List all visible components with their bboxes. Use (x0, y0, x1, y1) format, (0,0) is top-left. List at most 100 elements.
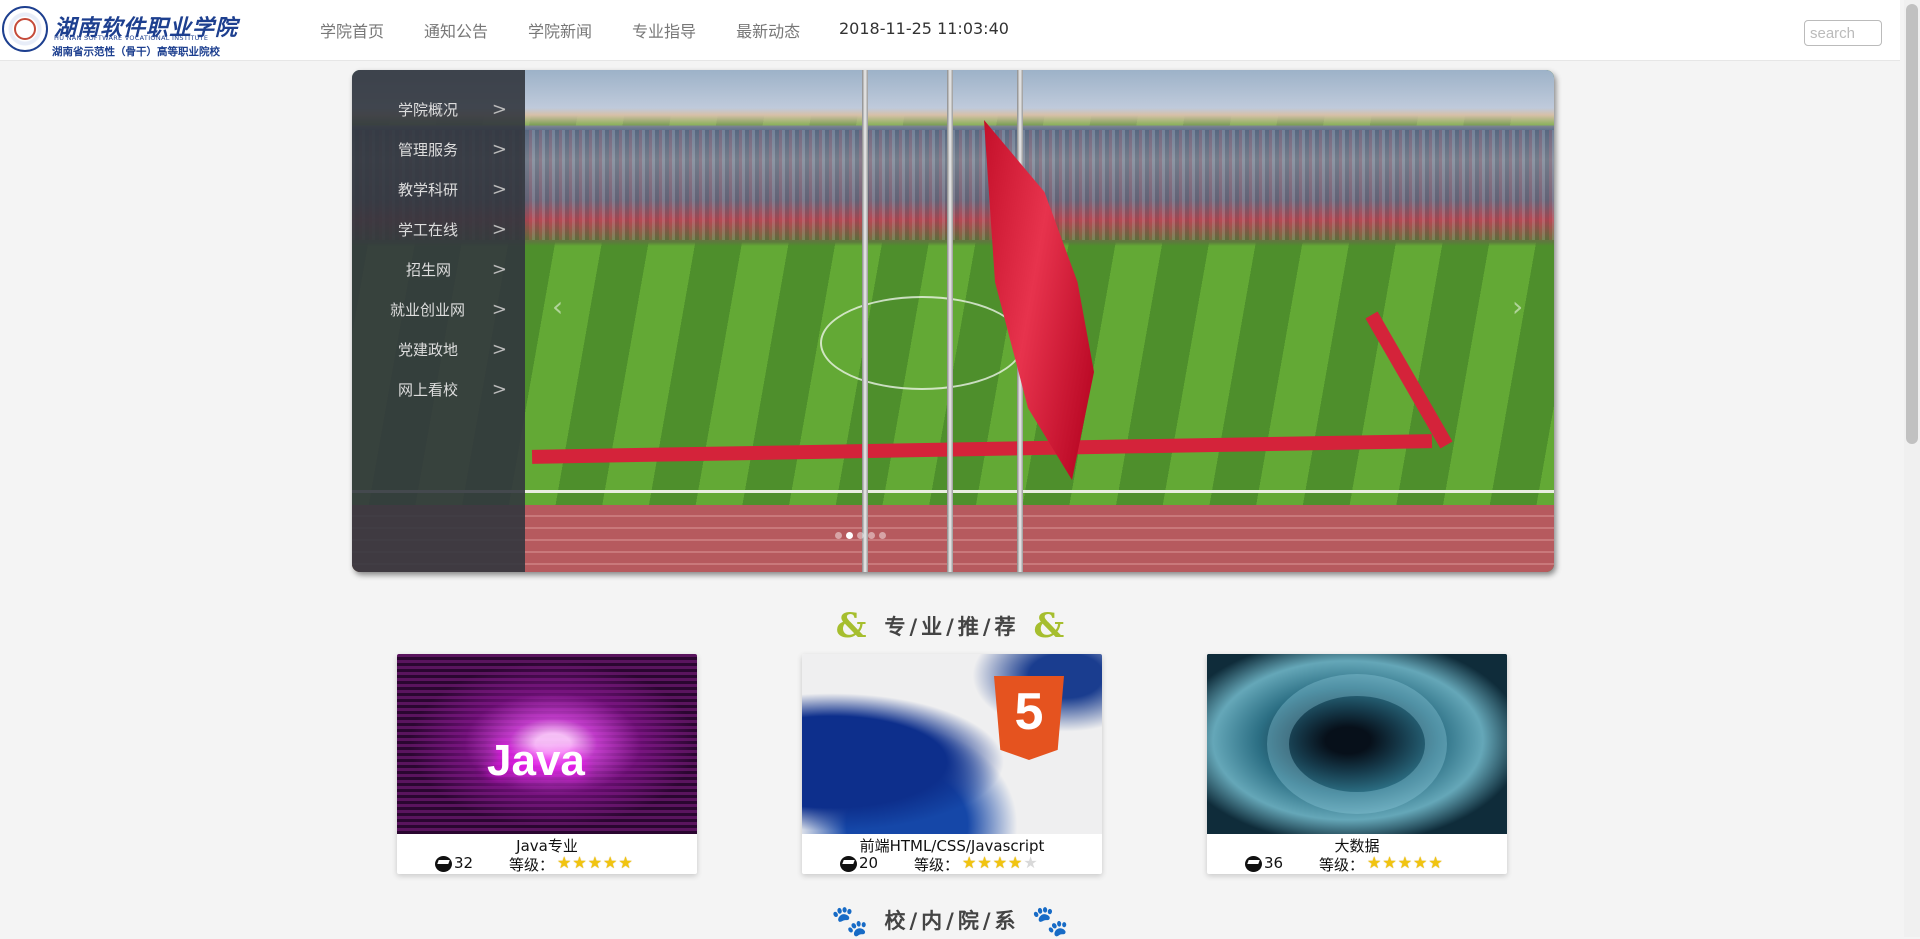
course-title[interactable]: 大数据 (1207, 835, 1507, 856)
menu-label: 管理服务 (398, 141, 459, 159)
recommend-section-title: & 专/业/推/荐 & (0, 606, 1904, 646)
menu-item-virtual-tour[interactable]: 网上看校 > (352, 370, 525, 410)
menu-item-admissions[interactable]: 招生网 > (352, 250, 525, 290)
course-card-bigdata[interactable]: 大数据 36 等级： ★★★★★ (1207, 654, 1507, 874)
ampersand-ornament-icon: & (835, 606, 871, 646)
star-filled-icon: ★ (557, 853, 573, 872)
chevron-right-icon: > (491, 379, 507, 400)
carousel-prev-arrow[interactable]: ‹ (552, 290, 563, 323)
chevron-right-icon: > (491, 259, 507, 280)
java-thumb-text: Java (487, 736, 585, 785)
course-card-java[interactable]: Java Java专业 32 等级： ★★★★★ (397, 654, 697, 874)
menu-item-services[interactable]: 管理服务 > (352, 130, 525, 170)
star-filled-icon: ★ (1367, 853, 1383, 872)
logo-subtitle: 湖南省示范性（骨干）高等职业院校 (52, 46, 220, 58)
menu-label: 教学科研 (398, 181, 459, 199)
data-tunnel-graphic (1267, 674, 1447, 814)
college-seal-icon (2, 6, 48, 52)
carousel-side-menu: 学院概况 > 管理服务 > 教学科研 > 学工在线 > 招生网 > 就业创业网 > 党建政地… (352, 70, 525, 572)
student-count: 20 (859, 854, 879, 872)
nav-major-guide-link[interactable]: 专业指导 (632, 18, 696, 42)
star-empty-icon: ★ (1023, 853, 1039, 872)
star-filled-icon: ★ (1428, 853, 1444, 872)
carousel-next-arrow[interactable]: › (1512, 290, 1523, 323)
menu-label: 网上看校 (398, 381, 459, 399)
chevron-right-icon: > (491, 339, 507, 360)
menu-item-employment[interactable]: 就业创业网 > (352, 290, 525, 330)
top-navigation-bar: 湖南软件职业学院 HU NAN SOFTWARE VOCATIONAL INST… (0, 0, 1900, 61)
java-course-image: Java (397, 654, 697, 834)
carousel-dot[interactable] (868, 532, 875, 539)
menu-label: 学院概况 (398, 101, 459, 119)
red-banner-curve (1365, 311, 1453, 449)
star-filled-icon: ★ (1413, 853, 1429, 872)
star-filled-icon: ★ (1382, 853, 1398, 872)
star-filled-icon: ★ (962, 853, 978, 872)
graduation-cap-icon (435, 856, 452, 872)
nav-notices-link[interactable]: 通知公告 (424, 18, 488, 42)
level-label: 等级： (914, 856, 960, 874)
search-input[interactable] (1804, 20, 1882, 46)
nav-latest-link[interactable]: 最新动态 (736, 18, 800, 42)
star-filled-icon: ★ (1397, 853, 1414, 872)
chevron-right-icon: > (491, 299, 507, 320)
star-filled-icon: ★ (977, 853, 993, 872)
menu-label: 招生网 (406, 261, 452, 279)
nav-news-link[interactable]: 学院新闻 (528, 18, 592, 42)
chevron-right-icon: > (491, 139, 507, 160)
field-boundary (352, 490, 1554, 493)
html5-course-image: 5 (802, 654, 1102, 834)
star-filled-icon: ★ (618, 853, 634, 872)
menu-item-teaching[interactable]: 教学科研 > (352, 170, 525, 210)
course-title[interactable]: 前端HTML/CSS/Javascript (802, 835, 1102, 856)
chevron-right-icon: > (491, 99, 507, 120)
menu-item-overview[interactable]: 学院概况 > (352, 90, 525, 130)
menu-label: 党建政地 (398, 341, 459, 359)
hero-carousel[interactable]: 学院概况 > 管理服务 > 教学科研 > 学工在线 > 招生网 > 就业创业网 > 党建政地… (352, 70, 1554, 572)
graduation-cap-icon (840, 856, 857, 872)
chevron-right-icon: > (491, 179, 507, 200)
html5-thumb-text: 5 (1014, 683, 1044, 741)
star-filled-icon: ★ (992, 853, 1009, 872)
nav-home-link[interactable]: 学院首页 (320, 18, 384, 42)
star-filled-icon: ★ (587, 853, 604, 872)
menu-item-student-affairs[interactable]: 学工在线 > (352, 210, 525, 250)
page-scrollbar[interactable] (1904, 0, 1920, 937)
menu-item-party-building[interactable]: 党建政地 > (352, 330, 525, 370)
carousel-slide-image (352, 70, 1554, 572)
star-rating: ★★★★★ (557, 853, 634, 872)
star-filled-icon: ★ (603, 853, 619, 872)
stadium-crowd (352, 130, 1554, 240)
datetime-clock: 2018-11-25 11:03:40 (839, 19, 1009, 38)
departments-section-title: 🐾 校/内/院/系 🐾 (0, 904, 1904, 939)
running-track (352, 505, 1554, 572)
bigdata-course-image (1207, 654, 1507, 834)
flag-pole (862, 70, 868, 572)
carousel-dot[interactable] (835, 532, 842, 539)
main-nav: 学院首页 通知公告 学院新闻 专业指导 最新动态 (300, 0, 820, 60)
menu-label: 学工在线 (398, 221, 459, 239)
student-count: 36 (1264, 854, 1284, 872)
star-rating: ★★★★★ (962, 853, 1039, 872)
student-count: 32 (454, 854, 474, 872)
level-label: 等级： (509, 856, 555, 874)
course-card-frontend[interactable]: 5 前端HTML/CSS/Javascript 20 等级： ★★★★★ (802, 654, 1102, 874)
course-title[interactable]: Java专业 (397, 835, 697, 856)
carousel-indicators (835, 532, 886, 539)
carousel-dot[interactable] (857, 532, 864, 539)
scrollbar-thumb[interactable] (1906, 4, 1918, 444)
paw-ornament-icon: 🐾 (1031, 904, 1073, 939)
flag-pole (947, 70, 953, 572)
carousel-dot[interactable] (846, 532, 853, 539)
paw-ornament-icon: 🐾 (831, 904, 873, 939)
carousel-dot[interactable] (879, 532, 886, 539)
college-logo[interactable]: 湖南软件职业学院 HU NAN SOFTWARE VOCATIONAL INST… (2, 4, 242, 58)
red-banner-line (531, 434, 1433, 464)
star-filled-icon: ★ (572, 853, 588, 872)
star-rating: ★★★★★ (1367, 853, 1444, 872)
star-filled-icon: ★ (1008, 853, 1024, 872)
ampersand-ornament-icon: & (1033, 606, 1069, 646)
graduation-cap-icon (1245, 856, 1262, 872)
logo-english-name: HU NAN SOFTWARE VOCATIONAL INSTITUTE (54, 34, 209, 42)
departments-title-text: 校/内/院/系 (884, 909, 1020, 933)
